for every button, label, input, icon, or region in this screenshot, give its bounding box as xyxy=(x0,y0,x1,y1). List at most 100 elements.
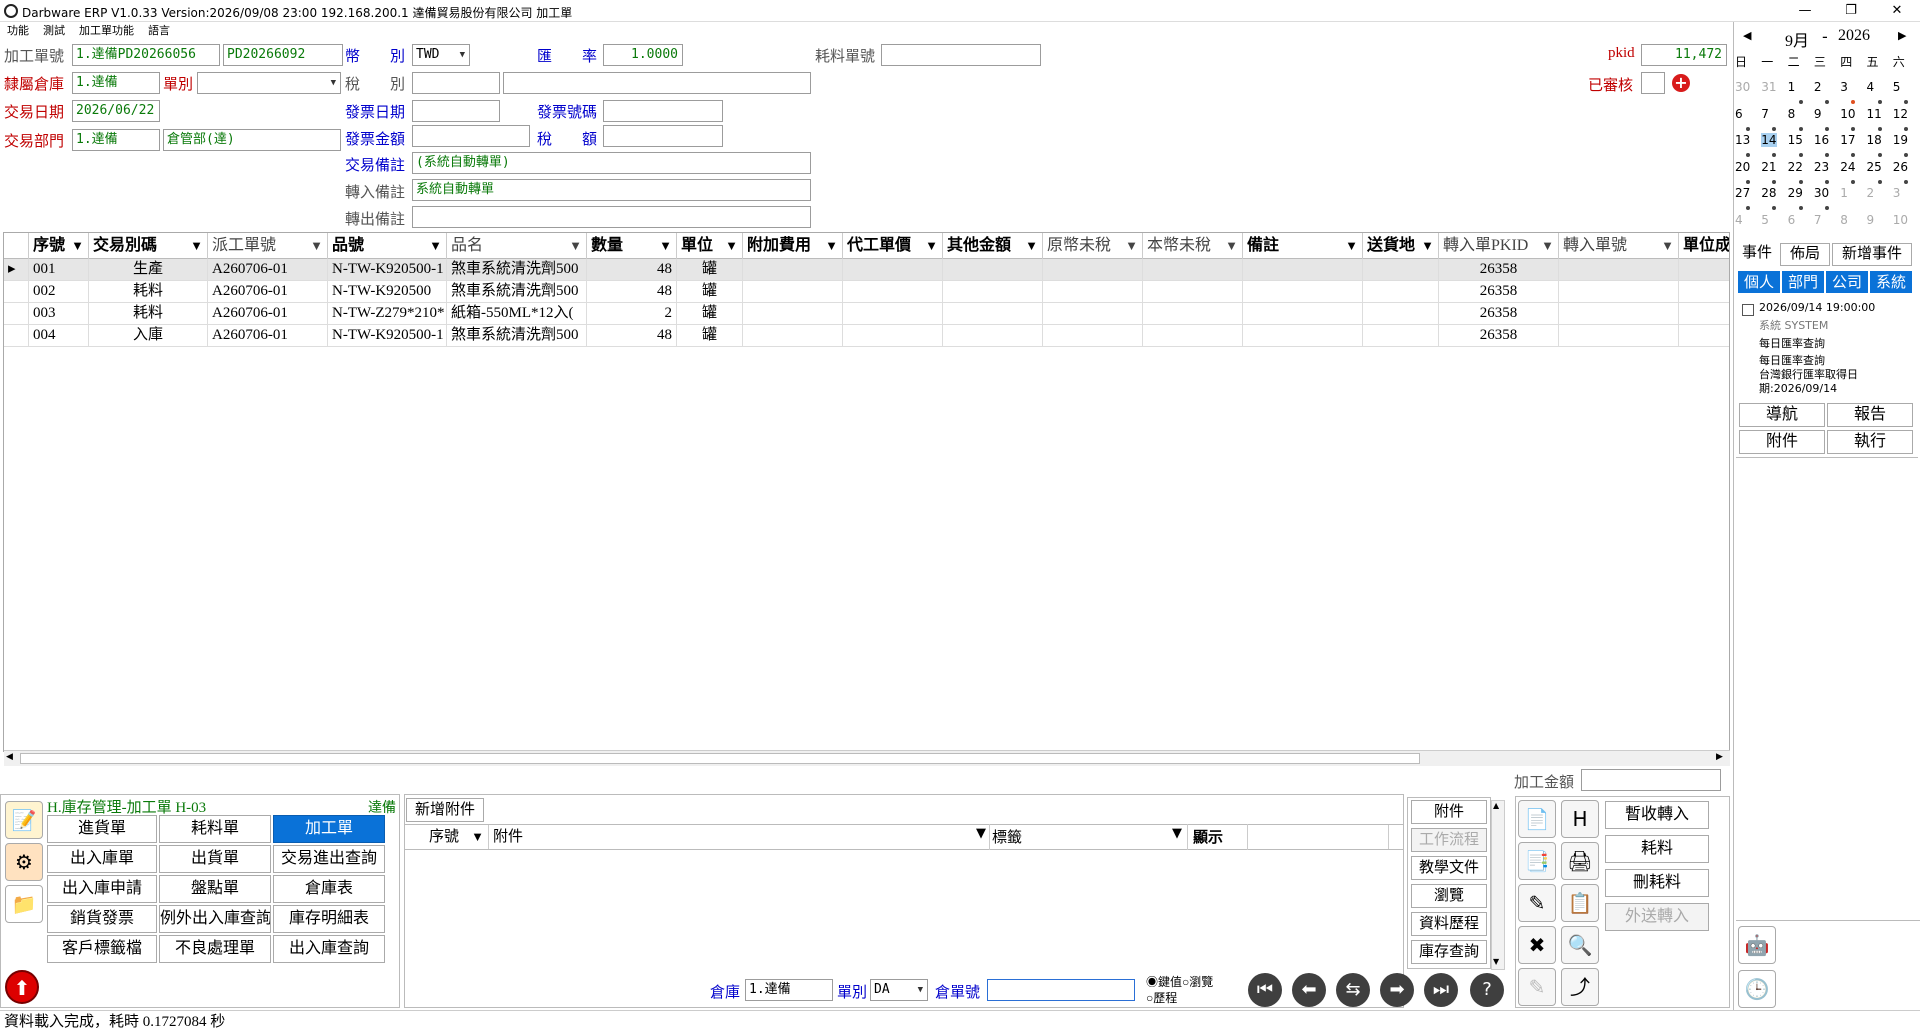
close-button[interactable]: ✕ xyxy=(1874,0,1920,22)
side-button[interactable]: 附件 xyxy=(1411,800,1487,824)
cal-day[interactable]: 15 xyxy=(1788,133,1803,147)
filter-icon[interactable]: ▼ xyxy=(429,233,442,259)
table-cell[interactable]: 48 xyxy=(587,325,677,346)
filter-icon[interactable]: ▼ xyxy=(1541,233,1554,259)
filter-icon[interactable]: ▼ xyxy=(1125,233,1138,259)
invoice-no-field[interactable] xyxy=(603,100,723,122)
table-cell[interactable]: 48 xyxy=(587,281,677,302)
col-extra-fee[interactable]: 附加費用 ▼ xyxy=(743,233,843,259)
table-cell[interactable] xyxy=(843,325,943,346)
tax-amt-field[interactable] xyxy=(603,125,723,147)
cal-month[interactable]: 9月 xyxy=(1785,27,1809,51)
cal-day[interactable]: 31 xyxy=(1761,80,1776,94)
module-button[interactable]: 例外出入庫查詢 xyxy=(159,905,271,933)
filter-icon[interactable]: ▼ xyxy=(569,233,582,259)
module-button[interactable]: 盤點單 xyxy=(159,875,271,903)
nav-doc-no-input[interactable] xyxy=(987,979,1135,1001)
col-unit-cost[interactable]: 單位成 xyxy=(1679,233,1729,259)
row-selector[interactable]: ▸ xyxy=(4,259,29,280)
table-cell[interactable]: 耗料 xyxy=(89,303,208,324)
col-in-no[interactable]: 轉入單號 ▼ xyxy=(1559,233,1679,259)
filter-icon[interactable]: ▼ xyxy=(659,233,672,259)
module-button[interactable]: 客戶標籤檔 xyxy=(47,935,157,963)
cal-day[interactable]: 30 xyxy=(1814,186,1829,200)
cal-day[interactable]: 21 xyxy=(1761,160,1776,174)
in-note-field[interactable]: 系統自動轉單 xyxy=(412,179,811,201)
table-row[interactable]: 003 耗料 A260706-01 N-TW-Z279*210* 紙箱-550ML*12… xyxy=(4,303,1729,325)
table-cell[interactable]: 罐 xyxy=(677,281,743,302)
table-cell[interactable]: 煞車系統清洗劑500 xyxy=(447,281,587,302)
table-cell[interactable]: 罐 xyxy=(677,303,743,324)
table-cell[interactable] xyxy=(1243,303,1363,324)
col-item-name[interactable]: 品名 ▼ xyxy=(447,233,587,259)
table-cell[interactable] xyxy=(1559,281,1679,302)
col-seq[interactable]: 序號 ▼ xyxy=(29,233,89,259)
cal-day[interactable]: 1 xyxy=(1788,80,1796,94)
table-cell[interactable]: 26358 xyxy=(1439,259,1559,280)
out-note-field[interactable] xyxy=(412,206,811,228)
filter-icon[interactable]: ▼ xyxy=(1345,233,1358,259)
table-cell[interactable]: N-TW-K920500-1 xyxy=(328,259,447,280)
print-icon[interactable]: 🖨 xyxy=(1561,842,1599,880)
scope-dept[interactable]: 部門 xyxy=(1781,270,1825,294)
table-cell[interactable] xyxy=(843,259,943,280)
table-cell[interactable] xyxy=(943,259,1043,280)
detail-grid[interactable]: 序號 ▼ 交易別碼 ▼ 派工單號 ▼ 品號 ▼ 品名 ▼ 數量 ▼ 單位 ▼ 附加費用 ▼ 代工… xyxy=(3,232,1730,752)
notes-icon[interactable]: 📝 xyxy=(5,801,43,839)
receive-transfer-button[interactable]: 暫收轉入 xyxy=(1605,801,1709,829)
add-icon[interactable]: + xyxy=(1672,74,1690,92)
cal-day[interactable]: 30 xyxy=(1735,80,1750,94)
scope-personal[interactable]: 個人 xyxy=(1737,270,1781,294)
new-doc-icon[interactable]: 📄 xyxy=(1518,800,1556,838)
table-row[interactable]: 004 入庫 A260706-01 N-TW-K920500-1 煞車系統清洗劑500 4… xyxy=(4,325,1729,347)
cal-day[interactable]: 8 xyxy=(1788,107,1796,121)
table-cell[interactable]: N-TW-Z279*210* xyxy=(328,303,447,324)
table-cell[interactable]: A260706-01 xyxy=(208,303,328,324)
table-cell[interactable] xyxy=(1143,259,1243,280)
nav-button[interactable]: 導航 xyxy=(1739,403,1825,427)
table-cell[interactable] xyxy=(943,281,1043,302)
module-button[interactable]: 庫存明細表 xyxy=(273,905,385,933)
att-col-seq[interactable]: 序號 ▼ xyxy=(425,825,489,849)
cal-day[interactable]: 9 xyxy=(1867,213,1875,227)
robot-icon[interactable]: 🤖 xyxy=(1738,926,1776,964)
att-col-show[interactable]: 顯示 xyxy=(1193,826,1223,847)
col-qty[interactable]: 數量 ▼ xyxy=(587,233,677,259)
table-cell[interactable] xyxy=(1363,303,1439,324)
cal-day[interactable]: 2 xyxy=(1867,186,1875,200)
filter-icon[interactable]: ▼ xyxy=(1225,233,1238,259)
cal-day[interactable]: 10 xyxy=(1893,213,1908,227)
prev-icon[interactable]: ⬅ xyxy=(1292,973,1326,1007)
delete-doc-icon[interactable]: ✖ xyxy=(1518,926,1556,964)
cal-day[interactable]: 5 xyxy=(1761,213,1769,227)
table-cell[interactable] xyxy=(1679,281,1729,302)
table-cell[interactable]: 26358 xyxy=(1439,303,1559,324)
table-row[interactable]: ▸ 001 生產 A260706-01 N-TW-K920500-1 煞車系統清洗劑500… xyxy=(4,259,1729,281)
filter-icon[interactable]: ▼ xyxy=(725,233,738,259)
invoice-amt-field[interactable] xyxy=(412,125,530,147)
cal-next-icon[interactable]: ▶ xyxy=(1898,29,1906,42)
col-other-amt[interactable]: 其他金額 ▼ xyxy=(943,233,1043,259)
maximize-button[interactable]: ❐ xyxy=(1828,0,1874,22)
table-cell[interactable]: 煞車系統清洗劑500 xyxy=(447,325,587,346)
event-checkbox[interactable] xyxy=(1742,304,1754,316)
cal-day[interactable]: 18 xyxy=(1867,133,1882,147)
side-button[interactable]: 資料歷程 xyxy=(1411,912,1487,936)
table-cell[interactable] xyxy=(843,303,943,324)
history-icon[interactable]: H xyxy=(1561,800,1599,838)
table-cell[interactable]: 48 xyxy=(587,259,677,280)
module-button[interactable]: 進貨單 xyxy=(47,815,157,843)
filter-icon[interactable]: ▼ xyxy=(471,825,484,849)
horizontal-scrollbar[interactable]: ◀ ▶ xyxy=(4,750,1730,766)
refresh-icon[interactable]: ⇆ xyxy=(1336,973,1370,1007)
menu-test[interactable]: 測試 xyxy=(36,22,72,40)
copy-doc-icon[interactable]: 📑 xyxy=(1518,842,1556,880)
last-icon[interactable]: ⏭ xyxy=(1424,973,1458,1007)
table-cell[interactable] xyxy=(743,303,843,324)
tab-layout[interactable]: 佈局 xyxy=(1780,243,1830,266)
module-button[interactable]: 出入庫查詢 xyxy=(273,935,385,963)
invoice-date-field[interactable] xyxy=(412,100,500,122)
cal-day[interactable]: 7 xyxy=(1814,213,1822,227)
table-cell[interactable] xyxy=(1043,281,1143,302)
table-cell[interactable] xyxy=(1143,281,1243,302)
